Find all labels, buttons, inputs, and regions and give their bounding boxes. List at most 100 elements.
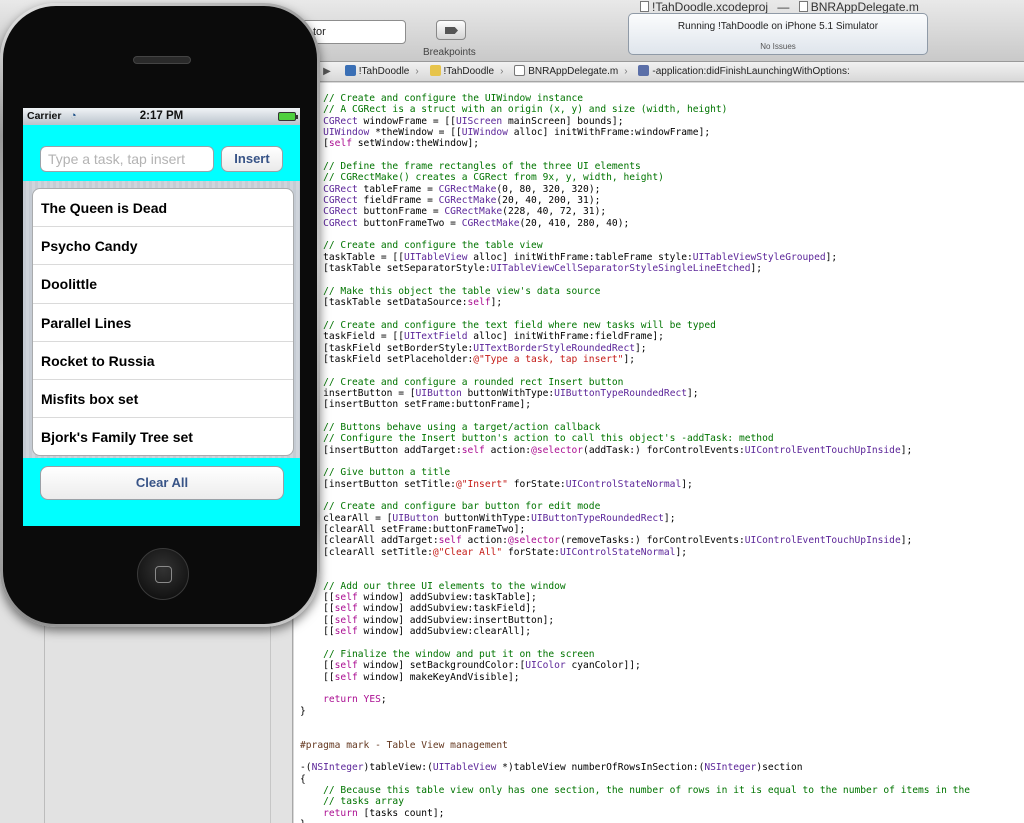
forward-arrow-icon[interactable]: ▶ — [320, 62, 334, 81]
breakpoints-label: Breakpoints — [423, 47, 476, 58]
m-file-icon — [514, 65, 526, 76]
jump-bar: ◀▶ !TahDoodle› !TahDoodle› BNRAppDelegat… — [294, 62, 1024, 82]
source-editor[interactable]: // Create and configure the UIWindow ins… — [294, 83, 1024, 823]
task-row[interactable]: Parallel Lines — [33, 304, 293, 342]
project-icon — [344, 65, 356, 76]
code-line: [taskField setPlaceholder:@"Type a task,… — [300, 353, 636, 365]
task-row[interactable]: Psycho Candy — [33, 227, 293, 266]
clear-all-button[interactable]: Clear All — [40, 466, 284, 500]
code-line: // Make this object the table view's dat… — [300, 285, 601, 297]
code-line: taskField = [[UITextField alloc] initWit… — [300, 331, 664, 343]
code-line: // Define the frame rectangles of the th… — [300, 161, 641, 173]
code-line: // tasks array — [300, 796, 404, 808]
code-line: } — [300, 705, 306, 717]
code-line: } — [300, 819, 970, 823]
code-line: insertButton = [UIButton buttonWithType:… — [300, 387, 699, 399]
code-line: [[self window] addSubview:clearAll]; — [300, 626, 532, 638]
insert-button[interactable]: Insert — [221, 146, 283, 172]
jumpbar-crumb-method[interactable]: -application:didFinishLaunchingWithOptio… — [638, 62, 850, 81]
code-line: CGRect fieldFrame = CGRectMake(20, 40, 2… — [323, 195, 601, 207]
code-line: clearAll = [UIButton buttonWithType:UIBu… — [300, 512, 676, 524]
code-line: CGRect windowFrame = [[UIScreen mainScre… — [323, 115, 624, 127]
code-line: [[self window] setBackgroundColor:[UICol… — [300, 660, 641, 672]
code-line: [[self window] addSubview:insertButton]; — [300, 614, 555, 626]
code-line: // Create and configure a rounded rect I… — [300, 376, 624, 388]
home-button[interactable] — [137, 548, 189, 600]
code-line: { — [300, 773, 306, 785]
battery-icon — [278, 112, 298, 121]
title-separator: — — [777, 0, 790, 14]
code-line: [self setWindow:theWindow]; — [323, 138, 480, 150]
activity-status: Running !TahDoodle on iPhone 5.1 Simulat… — [677, 21, 879, 32]
task-row[interactable]: Misfits box set — [33, 380, 293, 419]
code-line: // CGRectMake() creates a CGRect from 9x… — [300, 172, 664, 184]
status-bar: Carrier ◔ 2:17 PM — [23, 108, 300, 125]
code-line: #pragma mark - Table View management — [300, 739, 508, 751]
status-time: 2:17 PM — [139, 110, 184, 122]
jumpbar-crumb-folder[interactable]: !TahDoodle — [429, 62, 494, 81]
code-line: [[self window] addSubview:taskTable]; — [300, 592, 537, 604]
code-line: // Finalize the window and put it on the… — [300, 648, 595, 660]
task-row[interactable]: Bjork's Family Tree set — [33, 418, 293, 455]
code-line: return YES; — [323, 694, 387, 706]
iphone-simulator: Carrier ◔ 2:17 PM Type a task, tap inser… — [0, 3, 320, 627]
jumpbar-crumb-project[interactable]: !TahDoodle — [344, 62, 409, 81]
jumpbar-crumb-file[interactable]: BNRAppDelegate.m — [514, 62, 618, 81]
folder-icon — [429, 65, 441, 76]
task-table[interactable]: The Queen is Dead Psycho Candy Doolittle… — [32, 188, 294, 456]
code-line: [[self window] addSubview:taskField]; — [300, 603, 537, 615]
code-line: [taskTable setDataSource:self]; — [300, 297, 503, 309]
activity-issues: No Issues — [760, 42, 796, 51]
code-line: [clearAll setFrame:buttonFrameTwo]; — [300, 524, 526, 536]
xcodeproj-icon — [640, 1, 649, 12]
code-line: [[self window] makeKeyAndVisible]; — [300, 671, 520, 683]
code-line: -(NSInteger)tableView:(UITableView *)tab… — [300, 762, 803, 774]
breakpoint-icon — [445, 27, 458, 34]
code-line: // A CGRect is a struct with an origin (… — [300, 104, 728, 116]
code-line: CGRect buttonFrameTwo = CGRectMake(20, 4… — [323, 217, 630, 229]
task-input[interactable]: Type a task, tap insert — [40, 146, 214, 172]
code-line: // Create and configure the UIWindow ins… — [300, 93, 584, 104]
code-line: // Create and configure the table view — [300, 240, 543, 252]
code-line: [taskTable setSeparatorStyle:UITableView… — [300, 263, 763, 275]
task-row[interactable]: Rocket to Russia — [33, 342, 293, 380]
breakpoints-button[interactable] — [436, 20, 466, 40]
file-tab[interactable]: BNRAppDelegate.m — [798, 0, 919, 14]
m-file-icon — [798, 1, 808, 12]
code-line: [taskField setBorderStyle:UITextBorderSt… — [300, 342, 647, 354]
code-line: // Add our three UI elements to the wind… — [300, 580, 566, 592]
code-lines: // Create and configure the UIWindow ins… — [300, 93, 970, 823]
simulator-screen: Carrier ◔ 2:17 PM Type a task, tap inser… — [23, 108, 300, 526]
home-square-icon — [155, 566, 172, 583]
window-title-row: !TahDoodle.xcodeproj — BNRAppDelegate.m — [640, 0, 925, 14]
task-row[interactable]: Doolittle — [33, 265, 293, 304]
code-line: [insertButton addTarget:self action:@sel… — [300, 444, 913, 456]
code-line: // Because this table view only has one … — [300, 784, 971, 796]
speaker-grille — [133, 56, 191, 64]
code-line: CGRect tableFrame = CGRectMake(0, 80, 32… — [323, 183, 601, 195]
code-line: // Give button a title — [300, 467, 451, 479]
code-line: CGRect buttonFrame = CGRectMake(228, 40,… — [323, 206, 607, 218]
code-line: taskTable = [[UITableView alloc] initWit… — [300, 251, 838, 263]
code-line: // Create and configure bar button for e… — [300, 501, 601, 513]
project-tab[interactable]: !TahDoodle.xcodeproj — [640, 0, 768, 14]
activity-viewer: Running !TahDoodle on iPhone 5.1 Simulat… — [628, 13, 928, 55]
code-line: [insertButton setFrame:buttonFrame]; — [300, 399, 532, 411]
code-line: // Create and configure the text field w… — [300, 319, 716, 331]
task-row[interactable]: The Queen is Dead — [33, 189, 293, 228]
code-line: return [tasks count]; — [323, 807, 445, 819]
